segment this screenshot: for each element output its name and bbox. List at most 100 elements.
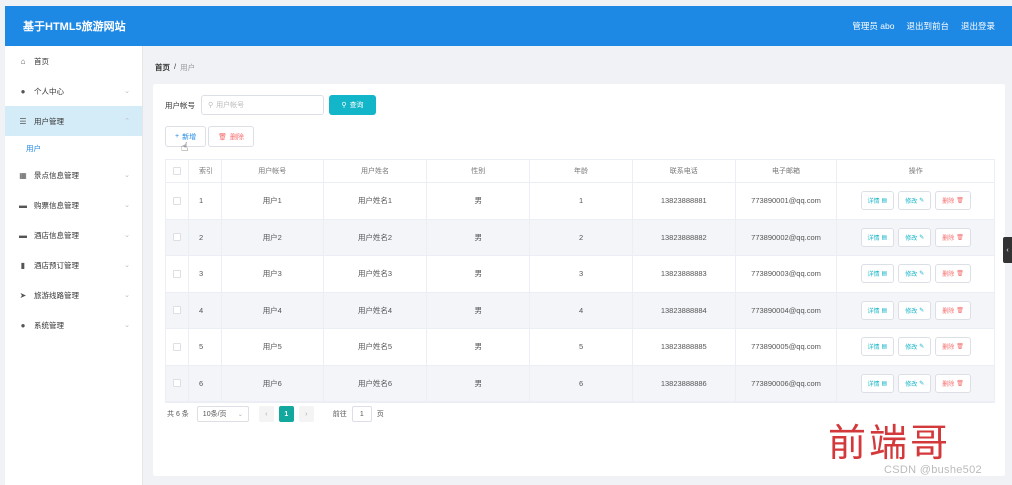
remove-button[interactable]: 删除 🗑 xyxy=(935,373,971,393)
edit-button[interactable]: 修改 ✎ xyxy=(898,373,932,393)
row-checkbox[interactable] xyxy=(172,196,181,205)
trash-icon: 🗑 xyxy=(218,133,227,141)
search-button-label: 查询 xyxy=(349,102,364,109)
total-count: 共 6 条 xyxy=(167,411,189,418)
chevron-down-icon: ⌄ xyxy=(124,172,130,179)
back-to-frontend-link[interactable]: 退出到前台 xyxy=(906,20,949,32)
gender-cell: 男 xyxy=(427,329,531,365)
remove-label: 删除 xyxy=(942,272,955,279)
sidebar-item-home[interactable]: ⌂ 首页 xyxy=(5,46,142,76)
ops-cell: 详情 ▤ 修改 ✎ 删除 🗑 xyxy=(837,220,994,256)
index-cell: 1 xyxy=(189,183,222,219)
age-cell: 3 xyxy=(530,256,633,292)
goto-page-input[interactable]: 1 xyxy=(351,406,372,422)
sidebar-item-label: 用户管理 xyxy=(34,116,64,126)
sidebar-item-system[interactable]: ● 系统管理 ⌄ xyxy=(5,310,142,340)
edit-button[interactable]: 修改 ✎ xyxy=(898,337,932,357)
row-checkbox[interactable] xyxy=(172,342,181,351)
remove-button[interactable]: 删除 🗑 xyxy=(935,227,971,247)
detail-button[interactable]: 详情 ▤ xyxy=(860,191,895,211)
logout-link[interactable]: 退出登录 xyxy=(961,20,995,32)
goto-suffix: 页 xyxy=(376,411,384,418)
row-checkbox[interactable] xyxy=(172,233,181,242)
header-checkbox-cell xyxy=(166,160,189,182)
trash-icon: 🗑 xyxy=(956,234,964,241)
next-page-button[interactable]: › xyxy=(298,406,314,422)
gender-cell: 男 xyxy=(427,365,531,401)
sidebar-item-ticket-info[interactable]: ▬ 购票信息管理 ⌄ xyxy=(5,190,142,220)
delete-button[interactable]: 🗑 删除 xyxy=(208,126,254,147)
chevron-down-icon: ⌄ xyxy=(124,232,130,239)
edit-button[interactable]: 修改 ✎ xyxy=(898,227,932,247)
detail-button[interactable]: 详情 ▤ xyxy=(860,227,895,247)
select-all-checkbox[interactable] xyxy=(172,167,181,175)
index-cell: 3 xyxy=(189,256,222,292)
age-cell: 6 xyxy=(530,365,633,401)
remove-button[interactable]: 删除 🗑 xyxy=(935,337,971,357)
edit-button[interactable]: 修改 ✎ xyxy=(898,191,932,211)
edit-label: 修改 xyxy=(905,199,918,206)
collapse-tab[interactable]: ‹ xyxy=(1003,237,1012,263)
table-row: 6 用户6 用户姓名6 男 6 13823888886 773890006@qq… xyxy=(166,365,994,402)
person-icon: ● xyxy=(20,86,26,96)
page-number-active[interactable]: 1 xyxy=(278,406,294,422)
row-checkbox-cell xyxy=(166,365,189,401)
detail-label: 详情 xyxy=(867,381,880,388)
detail-label: 详情 xyxy=(867,199,880,206)
email-cell: 773890001@qq.com xyxy=(736,183,838,219)
send-icon: ➤ xyxy=(19,290,27,300)
row-checkbox-cell xyxy=(166,219,189,255)
name-cell: 用户姓名2 xyxy=(324,219,428,255)
search-icon: ⚲ xyxy=(341,102,347,109)
row-checkbox[interactable] xyxy=(172,306,181,315)
search-button[interactable]: ⚲ 查询 xyxy=(329,95,376,115)
remove-label: 删除 xyxy=(942,381,955,388)
admin-label[interactable]: 管理员 abo xyxy=(852,20,894,32)
breadcrumb-home[interactable]: 首页 xyxy=(155,62,170,73)
edit-button[interactable]: 修改 ✎ xyxy=(898,300,932,320)
trash-icon: 🗑 xyxy=(956,380,964,387)
sidebar-item-scenic-info[interactable]: ▦ 景点信息管理 ⌄ xyxy=(5,160,142,190)
page-size-select[interactable]: 10条/页 ⌄ xyxy=(196,406,249,422)
sidebar-item-hotel-info[interactable]: ▬ 酒店信息管理 ⌄ xyxy=(5,220,142,250)
ticket-icon: ▬ xyxy=(19,200,27,210)
detail-button[interactable]: 详情 ▤ xyxy=(860,300,895,320)
detail-button[interactable]: 详情 ▤ xyxy=(860,264,895,284)
row-checkbox-cell xyxy=(166,292,189,328)
row-checkbox[interactable] xyxy=(172,379,181,388)
sidebar-item-user-management[interactable]: ☰ 用户管理 ⌃ xyxy=(5,106,142,136)
name-cell: 用户姓名3 xyxy=(324,256,428,292)
prev-page-button[interactable]: ‹ xyxy=(258,406,274,422)
edit-button[interactable]: 修改 ✎ xyxy=(898,264,932,284)
detail-button[interactable]: 详情 ▤ xyxy=(860,337,895,357)
sidebar: ⌂ 首页 ● 个人中心 ⌄ ☰ 用户管理 ⌃ 用户 ▦ 景点信息管理 ⌄ ▬ 购… xyxy=(5,46,143,485)
remove-button[interactable]: 删除 🗑 xyxy=(935,300,971,320)
phone-cell: 13823888886 xyxy=(633,365,736,401)
sidebar-item-label: 旅游线路管理 xyxy=(34,290,79,300)
remove-button[interactable]: 删除 🗑 xyxy=(935,191,971,211)
name-cell: 用户姓名4 xyxy=(324,292,428,328)
row-checkbox-cell xyxy=(166,183,189,219)
user-table: 索引 用户帐号 用户姓名 性别 年龄 联系电话 电子邮箱 操作 1 用户1 用户… xyxy=(165,159,995,403)
account-cell: 用户3 xyxy=(222,256,324,292)
remove-button[interactable]: 删除 🗑 xyxy=(935,264,971,284)
sidebar-item-hotel-booking[interactable]: ▮ 酒店预订管理 ⌄ xyxy=(5,250,142,280)
document-icon: ▤ xyxy=(881,271,888,278)
search-input[interactable]: ⚲ 用户帐号 xyxy=(201,95,324,115)
watermark-csdn: CSDN @bushe502 xyxy=(884,464,982,476)
sidebar-item-label: 景点信息管理 xyxy=(34,170,79,180)
email-cell: 773890005@qq.com xyxy=(736,329,838,365)
row-checkbox-cell xyxy=(166,329,189,365)
account-cell: 用户1 xyxy=(222,183,324,219)
sidebar-item-travel-routes[interactable]: ➤ 旅游线路管理 ⌄ xyxy=(5,280,142,310)
watermark-chinese: 前端哥 xyxy=(828,421,952,465)
sidebar-subitem-users[interactable]: 用户 xyxy=(5,136,142,160)
email-cell: 773890004@qq.com xyxy=(736,292,838,328)
remove-label: 删除 xyxy=(942,345,955,352)
detail-button[interactable]: 详情 ▤ xyxy=(860,373,895,393)
pencil-icon: ✎ xyxy=(919,271,925,278)
sidebar-item-personal-center[interactable]: ● 个人中心 ⌄ xyxy=(5,76,142,106)
row-checkbox[interactable] xyxy=(172,269,181,278)
detail-label: 详情 xyxy=(867,345,880,352)
pagination: 共 6 条 10条/页 ⌄ ‹ 1 › 前往 1 页 xyxy=(167,406,384,422)
